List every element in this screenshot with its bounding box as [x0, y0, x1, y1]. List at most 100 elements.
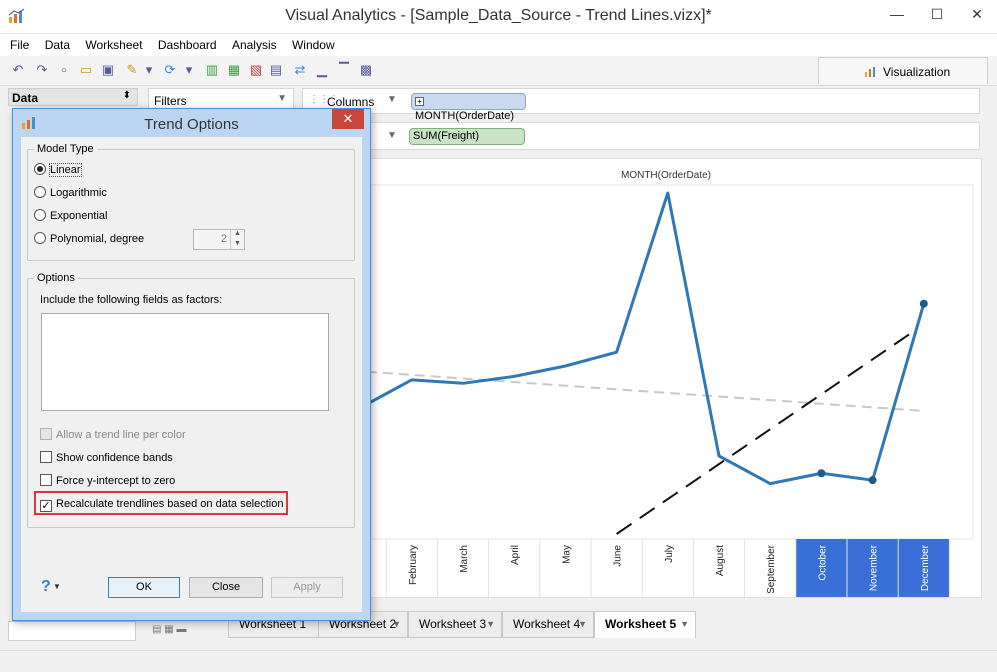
- radio-icon: [34, 232, 46, 244]
- columns-shelf[interactable]: ⋮⋮⋮ Columns ▼ + MONTH(OrderDate): [302, 88, 980, 122]
- radio-exponential[interactable]: Exponential: [34, 209, 108, 225]
- save-icon[interactable]: ▣: [100, 62, 116, 78]
- close-button[interactable]: Close: [189, 577, 263, 598]
- recalculate-trendlines-checkbox[interactable]: ✓ Recalculate trendlines based on data se…: [40, 497, 283, 513]
- menu-window[interactable]: Window: [292, 34, 335, 52]
- factors-label: Include the following fields as factors:: [40, 294, 223, 306]
- x-tick-label: May: [561, 545, 572, 564]
- tab-worksheet-3[interactable]: Worksheet 3 ▼: [408, 611, 502, 638]
- x-tick-label: November: [869, 544, 880, 591]
- rows-pill[interactable]: SUM(Freight): [409, 128, 525, 145]
- trend-line-overall: [334, 368, 924, 412]
- add-measure-icon[interactable]: ▦: [226, 62, 242, 78]
- dialog-title-bar: Trend Options ✕: [13, 109, 370, 137]
- chevron-down-icon[interactable]: ▼: [277, 93, 287, 104]
- degree-value: 2: [220, 233, 227, 245]
- expand-icon[interactable]: +: [415, 97, 424, 106]
- selected-data-point: [919, 299, 928, 308]
- menu-dashboard[interactable]: Dashboard: [158, 34, 217, 52]
- show-confidence-bands-checkbox[interactable]: Show confidence bands: [40, 451, 173, 467]
- title-bar: Visual Analytics - [Sample_Data_Source -…: [0, 0, 997, 34]
- chevron-down-icon[interactable]: ▼: [387, 130, 397, 141]
- sort-descending-icon[interactable]: ▔: [336, 62, 352, 78]
- close-icon[interactable]: ✕: [332, 109, 364, 129]
- menu-analysis[interactable]: Analysis: [232, 34, 277, 52]
- radio-logarithmic[interactable]: Logarithmic: [34, 186, 107, 202]
- tab-worksheet-5[interactable]: Worksheet 5 ▼: [594, 611, 696, 638]
- filters-label: Filters: [154, 94, 187, 108]
- radio-icon: [34, 186, 46, 198]
- menu-worksheet[interactable]: Worksheet: [85, 34, 142, 52]
- x-tick-label: October: [817, 544, 828, 580]
- new-worksheet-icon[interactable]: ✎: [124, 62, 140, 78]
- chevron-down-icon: ▼: [578, 619, 587, 629]
- refresh-icon[interactable]: ⟳: [162, 62, 178, 78]
- swap-icon[interactable]: ⇄: [292, 62, 308, 78]
- stepper-up-icon[interactable]: ▲: [230, 230, 244, 240]
- x-tick-label: August: [715, 545, 726, 576]
- radio-icon: [34, 209, 46, 221]
- sheet-view-icons[interactable]: ▤ ▦ ▬: [152, 624, 186, 635]
- visualization-tab[interactable]: Visualization: [818, 57, 988, 84]
- open-folder-icon[interactable]: ▭: [78, 62, 94, 78]
- rows-pill-label: SUM(Freight): [413, 130, 480, 142]
- x-tick-label: July: [664, 545, 675, 563]
- visualization-icon: [865, 67, 875, 77]
- ok-button[interactable]: OK: [108, 577, 180, 598]
- force-y-intercept-checkbox[interactable]: Force y-intercept to zero: [40, 474, 175, 490]
- maximize-button[interactable]: ☐: [917, 0, 957, 28]
- chart-area[interactable]: MONTH(OrderDate)JanuaryFebruaryMarchApri…: [334, 158, 983, 599]
- sort-arrows-icon: ⬍: [122, 90, 131, 101]
- checkbox-icon: [40, 474, 52, 486]
- chevron-down-icon[interactable]: ▼: [387, 94, 397, 105]
- menu-bar: File Data Worksheet Dashboard Analysis W…: [0, 34, 997, 56]
- visualization-label: Visualization: [883, 65, 951, 79]
- checkmark-icon: ✓: [40, 500, 52, 512]
- x-tick-label: February: [408, 545, 419, 585]
- series-line: [359, 191, 926, 486]
- remove-data-icon[interactable]: ▧: [248, 62, 264, 78]
- radio-polynomial[interactable]: Polynomial, degree: [34, 232, 144, 248]
- data-panel-label: Data: [12, 91, 39, 105]
- filters-shelf[interactable]: Filters ▼: [148, 88, 294, 110]
- trend-line-chart[interactable]: MONTH(OrderDate)JanuaryFebruaryMarchApri…: [334, 159, 983, 599]
- data-panel-footer: [8, 621, 136, 641]
- x-tick-label: December: [920, 544, 931, 591]
- columns-pill-label: MONTH(OrderDate): [415, 110, 515, 122]
- rows-shelf[interactable]: ▼ SUM(Freight): [370, 122, 980, 150]
- plot-frame: [370, 184, 974, 540]
- chevron-down-icon: ▼: [392, 619, 401, 629]
- minimize-button[interactable]: —: [877, 0, 917, 28]
- chevron-down-icon[interactable]: ▾: [184, 62, 194, 78]
- x-tick-label: September: [766, 544, 777, 594]
- radio-linear[interactable]: Linear: [34, 163, 82, 179]
- new-file-icon[interactable]: ▫: [56, 62, 72, 78]
- highlight-icon[interactable]: ▩: [358, 62, 374, 78]
- menu-file[interactable]: File: [10, 34, 29, 52]
- degree-stepper[interactable]: 2 ▲ ▼: [193, 229, 245, 250]
- x-tick-label: April: [510, 545, 521, 565]
- help-icon[interactable]: ? ▼: [41, 578, 61, 596]
- window-title: Visual Analytics - [Sample_Data_Source -…: [285, 7, 712, 24]
- grid-icon[interactable]: ▤: [268, 62, 284, 78]
- x-tick-label: March: [459, 545, 470, 573]
- undo-icon[interactable]: ↶: [10, 62, 26, 78]
- columns-pill[interactable]: + MONTH(OrderDate): [411, 93, 526, 122]
- chevron-down-icon: ▼: [680, 619, 689, 629]
- menu-data[interactable]: Data: [45, 34, 70, 52]
- chart-title: MONTH(OrderDate): [621, 170, 711, 181]
- chevron-down-icon[interactable]: ▾: [144, 62, 154, 78]
- apply-button: Apply: [271, 577, 343, 598]
- data-panel-header[interactable]: Data ⬍: [8, 88, 138, 106]
- tab-worksheet-4[interactable]: Worksheet 4 ▼: [502, 611, 594, 638]
- x-tick-label: June: [613, 545, 624, 567]
- sort-ascending-icon[interactable]: ▁: [314, 62, 330, 78]
- close-window-button[interactable]: ✕: [957, 0, 997, 28]
- stepper-down-icon[interactable]: ▼: [230, 240, 244, 249]
- factors-listbox[interactable]: [41, 313, 329, 411]
- redo-icon[interactable]: ↷: [34, 62, 50, 78]
- dialog-title: Trend Options: [144, 116, 239, 133]
- add-data-icon[interactable]: ▥: [204, 62, 220, 78]
- dialog-body: Model Type Linear Logarithmic Exponentia…: [13, 137, 370, 620]
- selected-data-point: [868, 476, 877, 485]
